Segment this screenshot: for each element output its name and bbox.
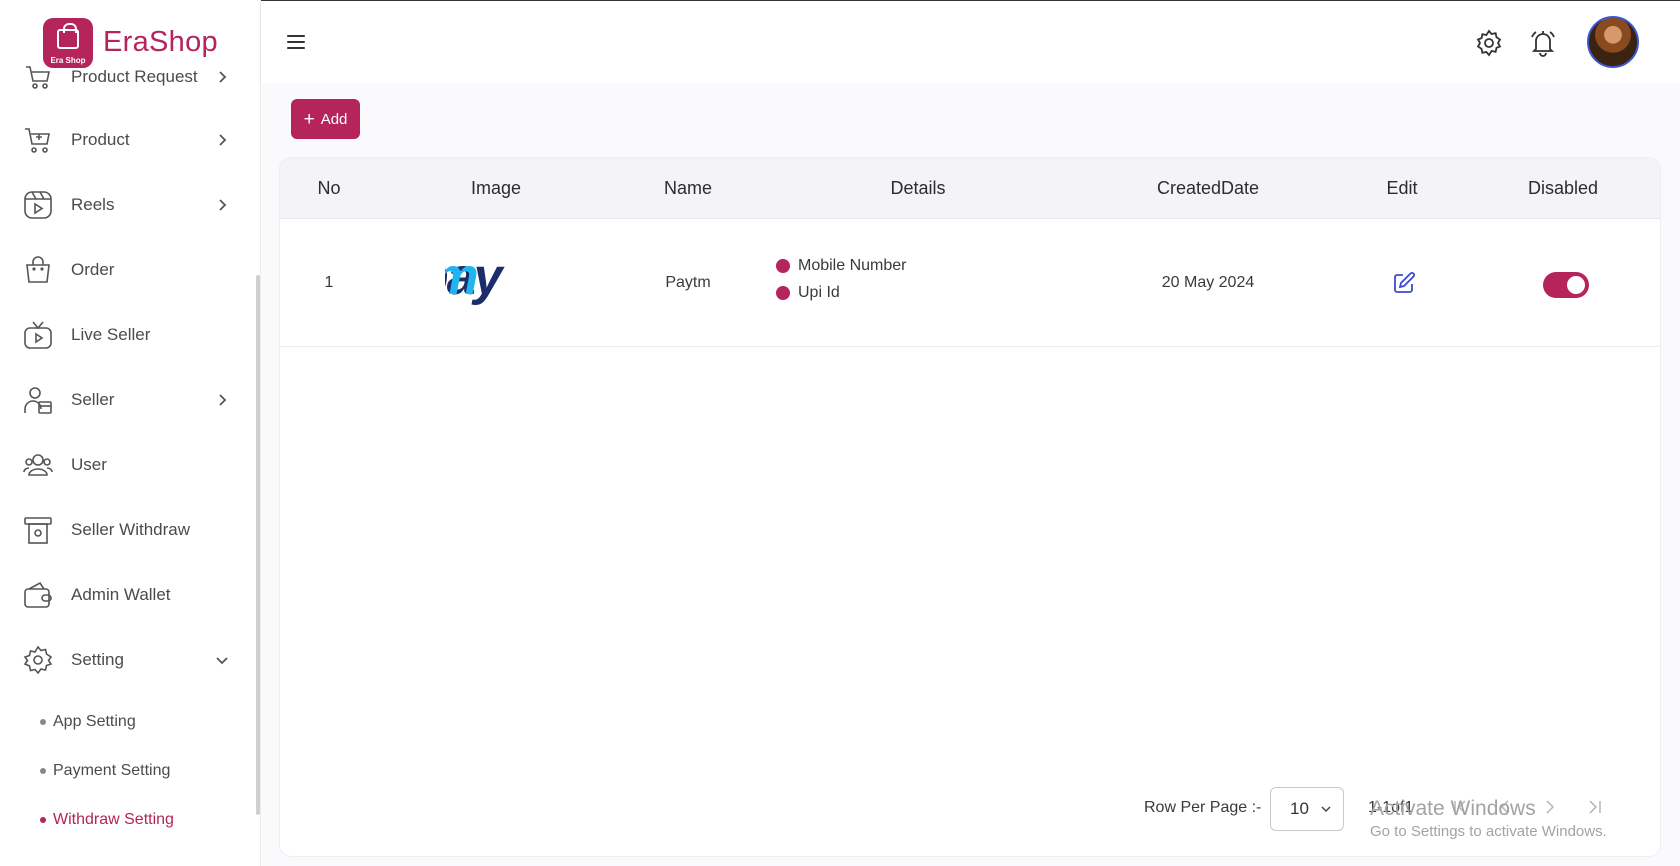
plus-icon: +	[303, 108, 315, 130]
row-number: 1	[324, 274, 334, 291]
column-header-image: Image	[470, 178, 522, 198]
detail-item: Upi Id	[776, 284, 906, 302]
reels-icon	[22, 189, 54, 221]
sidebar-item-label: Admin Wallet	[71, 585, 171, 604]
sidebar-item-product[interactable]: Product	[0, 115, 258, 165]
row-details: Mobile Number Upi Id	[776, 257, 906, 311]
live-tv-icon	[22, 319, 54, 351]
cart-clock-icon	[22, 61, 54, 93]
sidebar-item-label: Product	[71, 130, 130, 149]
cart-plus-icon	[22, 124, 54, 156]
edit-icon[interactable]	[1392, 271, 1416, 295]
users-icon	[22, 449, 54, 481]
top-header	[261, 0, 1680, 83]
windows-activation-watermark: Activate Windows Go to Settings to activ…	[1370, 797, 1607, 840]
avatar[interactable]	[1587, 16, 1639, 68]
row-name: Paytm	[665, 274, 711, 291]
sidebar-item-label: Order	[71, 260, 115, 279]
shopping-bag-icon	[57, 22, 79, 49]
sidebar-subitem-payment-setting[interactable]: Payment Setting	[40, 762, 170, 780]
sidebar-item-label: Setting	[71, 650, 124, 669]
shopping-bag-icon	[22, 254, 54, 286]
chevron-right-icon	[219, 394, 227, 406]
gear-icon	[22, 644, 54, 676]
column-header-name: Name	[663, 178, 713, 198]
chevron-right-icon	[219, 199, 227, 211]
disabled-toggle[interactable]	[1543, 272, 1589, 298]
sidebar-item-reels[interactable]: Reels	[0, 180, 258, 230]
paytm-logo-image: paytm	[445, 259, 503, 306]
sidebar-item-label: Seller Withdraw	[71, 520, 191, 539]
sidebar-item-label: Reels	[71, 195, 115, 214]
sidebar-item-seller[interactable]: Seller	[0, 375, 258, 425]
column-header-disabled: Disabled	[1527, 178, 1599, 198]
wallet-icon	[22, 579, 54, 611]
row-created-date: 20 May 2024	[1161, 274, 1255, 291]
sidebar-subitem-app-setting[interactable]: App Setting	[40, 713, 136, 731]
sidebar-item-order[interactable]: Order	[0, 245, 258, 295]
sidebar-item-admin-wallet[interactable]: Admin Wallet	[0, 570, 258, 620]
hamburger-icon[interactable]	[287, 35, 305, 49]
table-header: No Image Name Details CreatedDate Edit D…	[280, 158, 1660, 219]
chevron-down-icon	[1321, 806, 1331, 813]
chevron-right-icon	[219, 71, 227, 83]
sidebar-item-live-seller[interactable]: Live Seller	[0, 310, 258, 360]
sidebar-item-label: Live Seller	[71, 325, 151, 344]
withdraw-icon	[22, 514, 54, 546]
column-header-details: Details	[890, 178, 946, 198]
table-row: 1 paytm Paytm Mobile Number Upi Id 20 Ma…	[280, 219, 1660, 347]
column-header-no: No	[317, 178, 341, 198]
main-content: + Add No Image Name Details CreatedDate …	[261, 83, 1680, 866]
sidebar: Era Shop EraShop Product Request Product…	[0, 0, 261, 866]
rows-per-page-label: Row Per Page :-	[1144, 799, 1262, 816]
column-header-edit: Edit	[1386, 178, 1418, 198]
sidebar-item-product-request[interactable]: Product Request	[0, 52, 258, 102]
seller-icon	[22, 384, 54, 416]
sidebar-item-label: Seller	[71, 390, 115, 409]
chevron-down-icon	[216, 657, 228, 665]
gear-icon[interactable]	[1474, 28, 1504, 58]
column-header-created-date: CreatedDate	[1156, 178, 1260, 198]
add-button[interactable]: + Add	[291, 99, 360, 139]
sidebar-item-label: User	[71, 455, 107, 474]
sidebar-item-user[interactable]: User	[0, 440, 258, 490]
chevron-right-icon	[219, 134, 227, 146]
sidebar-scrollbar[interactable]	[256, 275, 260, 815]
detail-item: Mobile Number	[776, 257, 906, 275]
rows-per-page-select[interactable]: 10	[1270, 787, 1344, 831]
sidebar-item-setting[interactable]: Setting	[0, 635, 258, 685]
bell-icon[interactable]	[1528, 28, 1558, 58]
sidebar-subitem-withdraw-setting[interactable]: Withdraw Setting	[40, 811, 174, 829]
withdraw-methods-table: No Image Name Details CreatedDate Edit D…	[279, 157, 1661, 857]
sidebar-item-seller-withdraw[interactable]: Seller Withdraw	[0, 505, 258, 555]
sidebar-item-label: Product Request	[71, 67, 198, 86]
